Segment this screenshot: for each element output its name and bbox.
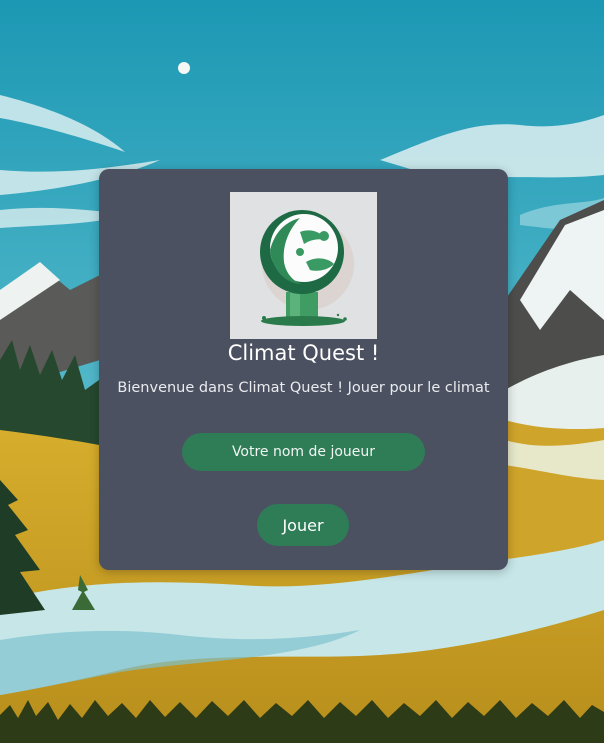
moon-dot <box>178 62 190 74</box>
player-name-input[interactable] <box>182 433 425 471</box>
logo <box>230 192 377 339</box>
globe-on-stand-icon <box>230 192 377 339</box>
page-title: Climat Quest ! <box>227 341 380 365</box>
welcome-text: Bienvenue dans Climat Quest ! Jouer pour… <box>117 380 490 396</box>
play-button[interactable]: Jouer <box>257 504 349 546</box>
login-card: Climat Quest ! Bienvenue dans Climat Que… <box>99 169 508 570</box>
